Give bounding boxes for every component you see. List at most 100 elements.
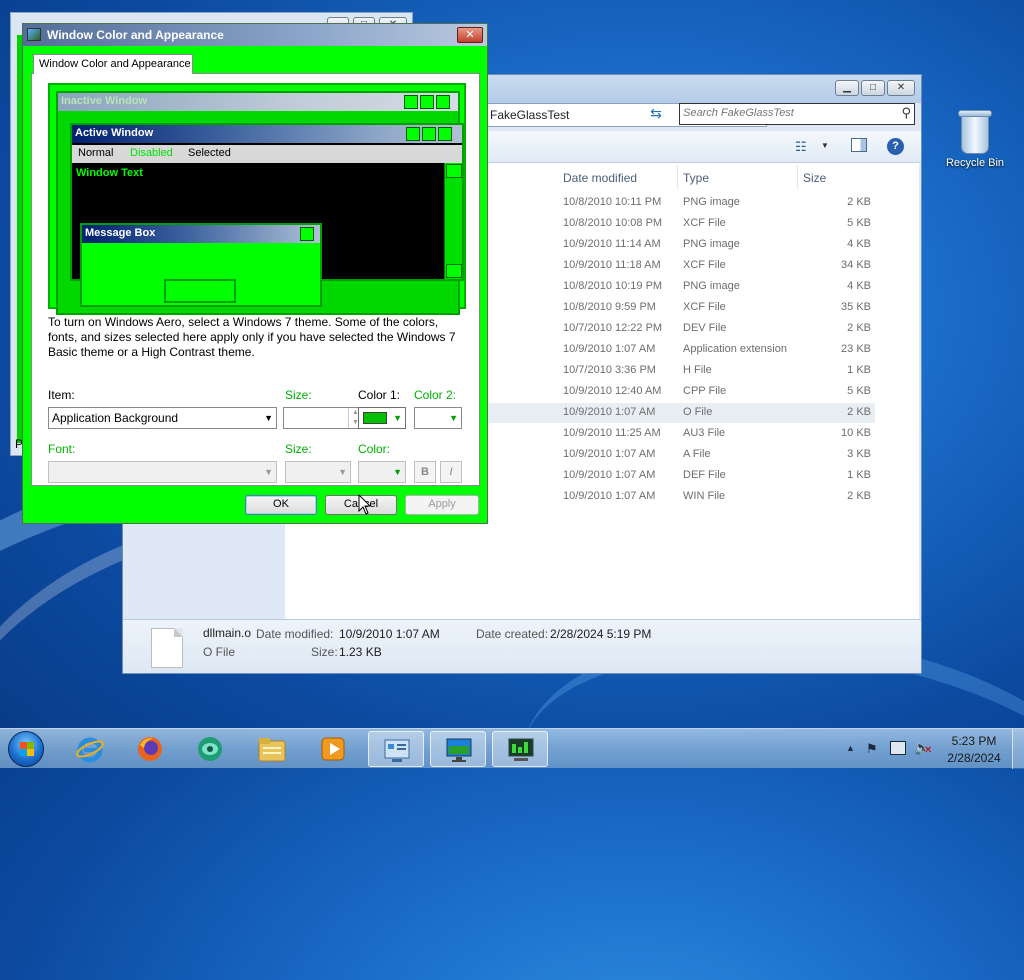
details-filetype: O File [203,645,236,659]
column-header-date[interactable]: Date modified [563,171,637,185]
recycle-bin[interactable]: Recycle Bin [940,108,1010,169]
minimize-button[interactable]: ▁ [835,80,859,96]
row-date: 10/8/2010 10:08 PM [563,217,663,229]
row-date: 10/8/2010 9:59 PM [563,301,656,313]
preview-message-box-button[interactable] [164,279,236,303]
item-select[interactable]: Application Background ▼ [48,407,277,429]
dialog-close-button[interactable]: ✕ [457,27,483,43]
window-color-dialog: Window Color and Appearance ✕ Window Col… [22,23,488,524]
search-input[interactable] [683,107,889,119]
chevron-down-icon: ▼ [393,413,402,423]
recycle-bin-icon [958,108,992,154]
taskbar-firefox[interactable] [122,731,178,767]
preview-pane-icon[interactable] [851,138,867,152]
preview-inactive-titlebar[interactable]: Inactive Window [58,93,458,111]
preview-menu-selected[interactable]: Selected [188,147,231,159]
column-header-size[interactable]: Size [803,171,826,185]
color2-picker[interactable]: ▼ [414,407,462,429]
font-size-label: Size: [285,442,312,456]
row-type: A File [683,448,711,460]
row-type: Application extension [683,343,787,355]
chevron-down-icon: ▼ [393,467,402,477]
color1-picker[interactable]: ▼ [358,407,406,429]
preview-scrollbar[interactable] [444,163,462,279]
view-options-icon[interactable]: ☷ [795,139,807,155]
row-type: AU3 File [683,427,726,439]
preview-minimize-icon [406,127,420,141]
bold-toggle[interactable]: B [414,461,436,483]
preview-menu-normal[interactable]: Normal [78,147,113,159]
recycle-bin-label: Recycle Bin [945,157,1005,169]
clock-time[interactable]: 5:23 PM [946,734,1002,748]
italic-toggle[interactable]: I [440,461,462,483]
font-size-select[interactable]: ▼ [285,461,351,483]
chevron-down-icon: ▼ [449,413,458,423]
size-spinner[interactable]: ▲ ▼ [283,407,363,429]
details-size-label: Size: [311,645,338,659]
column-header-type[interactable]: Type [683,171,709,185]
close-button[interactable]: ✕ [887,80,915,96]
ok-button[interactable]: OK [245,495,317,515]
preview-active-titlebar[interactable]: Active Window [72,125,462,143]
clock-date[interactable]: 2/28/2024 [940,751,1008,765]
row-date: 10/9/2010 12:40 AM [563,385,662,397]
preview-menu-disabled[interactable]: Disabled [130,147,173,159]
taskbar-system-monitor[interactable] [492,731,548,767]
action-center-flag-icon[interactable]: ⚑ [866,741,878,757]
preview-menu-bar[interactable]: Normal Disabled Selected [72,145,462,163]
maximize-button[interactable]: □ [861,80,885,96]
preview-active-title: Active Window [75,127,154,139]
preview-message-box-titlebar[interactable]: Message Box [82,225,320,243]
chevron-down-icon[interactable]: ▼ [821,141,829,150]
row-date: 10/9/2010 11:25 AM [563,427,661,439]
taskbar-internet-explorer[interactable] [62,731,118,767]
details-size: 1.23 KB [339,645,382,659]
tab-window-color[interactable]: Window Color and Appearance [33,54,193,74]
apply-button[interactable]: Apply [405,495,479,515]
firefox-icon [138,737,162,761]
row-date: 10/9/2010 1:07 AM [563,406,656,418]
search-box[interactable]: ⚲ [679,103,915,125]
chevron-down-icon: ▼ [264,467,273,477]
taskbar-windows-explorer[interactable] [244,731,300,767]
row-type: PNG image [683,238,740,250]
refresh-icon[interactable]: ⇆ [645,105,667,125]
folder-icon [258,738,286,762]
control-panel-icon [384,739,410,762]
help-icon[interactable]: ? [887,138,904,155]
row-date: 10/9/2010 1:07 AM [563,448,656,460]
row-date: 10/9/2010 11:14 AM [563,238,661,250]
row-size: 2 KB [847,490,871,502]
color1-label: Color 1: [358,388,401,402]
dialog-titlebar[interactable]: Window Color and Appearance ✕ [23,24,487,46]
dialog-panel: Inactive Window Active Window Normal Dis… [31,73,480,486]
details-pane: dllmain.o O File Date modified: 10/9/201… [123,619,921,673]
chevron-down-icon: ▼ [264,413,273,423]
preview-window-text[interactable]: Window Text [76,167,143,179]
network-icon[interactable] [890,741,906,755]
row-date: 10/9/2010 11:18 AM [563,259,661,271]
taskbar-display-settings[interactable] [430,731,486,767]
search-icon[interactable]: ⚲ [901,105,911,121]
mouse-cursor-icon [358,494,372,515]
font-select[interactable]: ▼ [48,461,277,483]
display-settings-icon [446,738,472,762]
show-desktop-button[interactable] [1012,729,1024,769]
start-button[interactable] [8,731,44,767]
preview-scroll-down [446,264,462,278]
preview-message-box[interactable]: Message Box [80,223,322,307]
row-size: 4 KB [847,238,871,250]
media-player-icon [321,737,345,761]
taskbar-media-player[interactable] [306,731,362,767]
taskbar-control-panel[interactable] [368,731,424,767]
font-color-picker[interactable]: ▼ [358,461,406,483]
preview-message-box-title: Message Box [85,227,156,239]
row-date: 10/8/2010 10:19 PM [563,280,663,292]
row-date: 10/7/2010 3:36 PM [563,364,656,376]
show-hidden-icons-icon[interactable]: ▲ [846,743,855,753]
taskbar-green-orb-app[interactable] [182,731,238,767]
row-size: 1 KB [847,469,871,481]
appearance-preview[interactable]: Inactive Window Active Window Normal Dis… [48,83,466,315]
preview-minimize-icon [404,95,418,109]
preview-inactive-window[interactable]: Inactive Window Active Window Normal Dis… [56,91,464,315]
